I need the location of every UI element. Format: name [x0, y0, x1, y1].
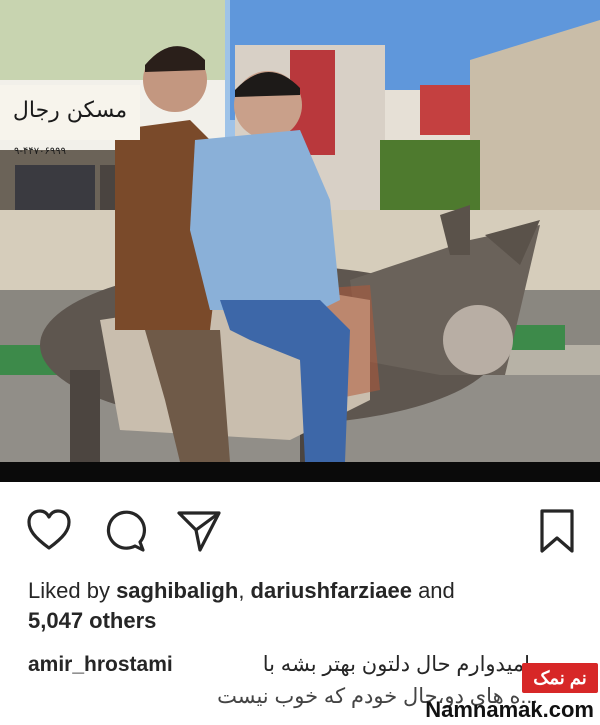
comment-icon[interactable] [101, 508, 147, 554]
likes-separator: , [238, 578, 251, 603]
photo-bottom-bar [0, 462, 600, 482]
liker-link[interactable]: dariushfarziaee [251, 578, 412, 603]
watermark-site: Namnamak.com [425, 697, 594, 722]
shop-phone: ۹-۴۴۷۰۶۹۹۹ [14, 146, 66, 157]
heart-icon[interactable] [26, 508, 72, 554]
post-action-bar [0, 500, 600, 560]
likes-summary: Liked by saghibaligh, dariushfarziaee an… [28, 576, 588, 636]
photo-scene: مسکن رجال ۹-۴۴۷۰۶۹۹۹ [0, 0, 600, 462]
caption-text-line1: امیدوارم حال دلتون بهتر بشه با [262, 653, 530, 676]
watermark-badge: نم نمک [522, 663, 598, 693]
send-icon[interactable] [176, 508, 222, 554]
likes-and: and [411, 578, 455, 603]
shop-sign: مسکن رجال [13, 98, 127, 123]
likes-prefix: Liked by [28, 578, 117, 603]
bookmark-icon[interactable] [534, 508, 580, 554]
liker-link[interactable]: saghibaligh [116, 578, 238, 603]
post-caption: amir_hrostami امیدوارم حال دلتون بهتر بش… [28, 650, 600, 708]
post-photo[interactable]: مسکن رجال ۹-۴۴۷۰۶۹۹۹ [0, 0, 600, 462]
likes-count[interactable]: 5,047 others [28, 608, 156, 633]
